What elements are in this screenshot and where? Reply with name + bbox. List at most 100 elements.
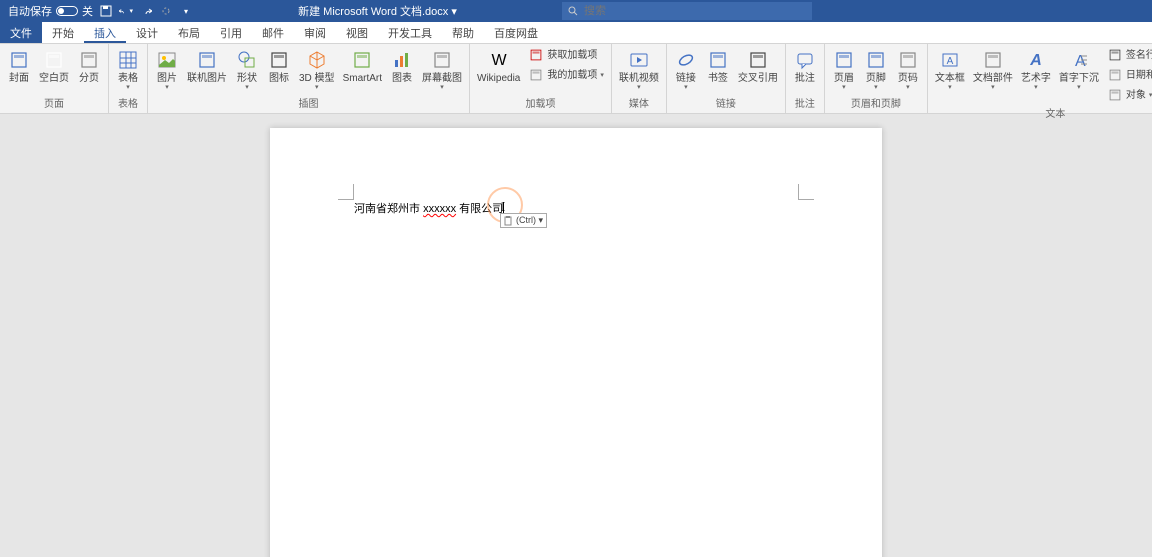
ribbon-group-label: 页面	[4, 95, 104, 111]
comment-icon	[793, 48, 817, 72]
ribbon-cross-ref[interactable]: 交叉引用	[735, 46, 781, 95]
paste-options-button[interactable]: (Ctrl) ▾	[500, 213, 547, 228]
ribbon-online-video[interactable]: 联机视频▾	[616, 46, 662, 95]
page-number-icon	[896, 48, 920, 72]
shapes-icon	[235, 48, 259, 72]
dropdown-arrow-icon: ▾	[842, 83, 846, 91]
smartart-icon	[350, 48, 374, 72]
spelling-error[interactable]: xxxxxx	[423, 203, 456, 215]
object-icon	[1107, 87, 1123, 103]
footer-icon	[864, 48, 888, 72]
tab-开始[interactable]: 开始	[42, 22, 84, 43]
ribbon-chart[interactable]: 图表	[387, 46, 417, 95]
tab-引用[interactable]: 引用	[210, 22, 252, 43]
document-page[interactable]: 河南省郑州市 xxxxxx 有限公司 I (Ctrl) ▾	[270, 128, 882, 557]
ribbon-date-time[interactable]: 日期和时间	[1104, 66, 1152, 85]
redo-icon[interactable]	[139, 4, 153, 18]
search-input[interactable]	[584, 5, 806, 17]
tab-开发工具[interactable]: 开发工具	[378, 22, 442, 43]
icons-icon	[267, 48, 291, 72]
menu-tabs: 文件开始插入设计布局引用邮件审阅视图开发工具帮助百度网盘	[0, 22, 1152, 44]
search-box[interactable]	[562, 2, 812, 20]
ribbon-table[interactable]: 表格▾	[113, 46, 143, 95]
search-icon	[568, 6, 578, 16]
online-video-icon	[627, 48, 651, 72]
ribbon-store[interactable]: 获取加载项	[525, 46, 607, 65]
document-body[interactable]: 河南省郑州市 xxxxxx 有限公司 I (Ctrl) ▾	[354, 200, 798, 216]
cover-page-icon	[7, 48, 31, 72]
tab-文件[interactable]: 文件	[0, 22, 42, 43]
drop-cap-icon: A	[1067, 48, 1091, 72]
qat-dropdown-icon[interactable]: ▾	[179, 4, 193, 18]
ribbon-screenshot[interactable]: 屏幕截图▾	[419, 46, 465, 95]
ribbon-group-插图: 图片▾联机图片形状▾ 图标 3D 模型▾ SmartArt 图表屏幕截图▾插图	[148, 44, 470, 113]
ribbon-cover-page[interactable]: 封面	[4, 46, 34, 95]
undo-icon[interactable]: ▾	[119, 4, 133, 18]
ribbon-group-label: 页眉和页脚	[829, 95, 923, 111]
dropdown-arrow-icon: ▾	[1034, 83, 1038, 91]
ribbon-page-break[interactable]: 分页	[74, 46, 104, 95]
tab-插入[interactable]: 插入	[84, 22, 126, 43]
page-break-icon	[77, 48, 101, 72]
tab-审阅[interactable]: 审阅	[294, 22, 336, 43]
svg-text:A: A	[947, 56, 954, 67]
ribbon-comment[interactable]: 批注	[790, 46, 820, 95]
ribbon-label: 图标	[269, 73, 289, 84]
ribbon-wordart[interactable]: A艺术字▾	[1018, 46, 1054, 105]
ribbon-3d-model[interactable]: 3D 模型▾	[296, 46, 338, 95]
save-icon[interactable]	[99, 4, 113, 18]
ribbon-page-number[interactable]: 页码▾	[893, 46, 923, 95]
ribbon-group-页面: 封面空白页分页页面	[0, 44, 109, 113]
ribbon-group-媒体: 联机视频▾媒体	[612, 44, 667, 113]
ribbon-label: 我的加载项	[547, 70, 597, 81]
3d-model-icon	[305, 48, 329, 72]
ribbon-label: 批注	[795, 73, 815, 84]
ribbon-group-批注: 批注批注	[786, 44, 825, 113]
ribbon-smartart[interactable]: SmartArt	[340, 46, 385, 95]
ribbon-link[interactable]: 链接▾	[671, 46, 701, 95]
tab-百度网盘[interactable]: 百度网盘	[484, 22, 548, 43]
ribbon-label: 封面	[9, 73, 29, 84]
ribbon-bookmark[interactable]: 书签	[703, 46, 733, 95]
autosave-toggle[interactable]: 自动保存 关	[8, 3, 93, 19]
ribbon-pictures[interactable]: 图片▾	[152, 46, 182, 95]
table-icon	[116, 48, 140, 72]
ribbon-label: SmartArt	[343, 73, 382, 84]
ribbon-icons[interactable]: 图标	[264, 46, 294, 95]
ribbon-footer[interactable]: 页脚▾	[861, 46, 891, 95]
text-run: 有限公司	[456, 203, 503, 215]
screenshot-icon	[430, 48, 454, 72]
ribbon-textbox[interactable]: A文本框▾	[932, 46, 968, 105]
tab-邮件[interactable]: 邮件	[252, 22, 294, 43]
tab-设计[interactable]: 设计	[126, 22, 168, 43]
clipboard-icon	[504, 216, 514, 226]
dropdown-arrow-icon: ▾	[948, 83, 952, 91]
ribbon-signature[interactable]: 签名行▾	[1104, 46, 1152, 65]
tab-布局[interactable]: 布局	[168, 22, 210, 43]
sync-icon[interactable]	[159, 4, 173, 18]
ribbon-my-addins[interactable]: 我的加载项▾	[525, 66, 607, 85]
ribbon-label: Wikipedia	[477, 73, 520, 84]
ribbon-quick-parts[interactable]: 文档部件▾	[970, 46, 1016, 105]
paste-tag-label: (Ctrl) ▾	[516, 215, 543, 226]
ribbon-object[interactable]: 对象▾	[1104, 86, 1152, 105]
svg-text:W: W	[491, 52, 507, 69]
ribbon-label: 书签	[708, 73, 728, 84]
ribbon-group-label: 插图	[152, 95, 465, 111]
ribbon-drop-cap[interactable]: A首字下沉▾	[1056, 46, 1102, 105]
ribbon-shapes[interactable]: 形状▾	[232, 46, 262, 95]
ribbon-online-pictures[interactable]: 联机图片	[184, 46, 230, 95]
ribbon-label: 分页	[79, 73, 99, 84]
title-bar: 自动保存 关 ▾ ▾ 新建 Microsoft Word 文档.docx ▾	[0, 0, 1152, 22]
dropdown-arrow-icon: ▾	[245, 83, 249, 91]
tab-帮助[interactable]: 帮助	[442, 22, 484, 43]
dropdown-arrow-icon: ▾	[874, 83, 878, 91]
dropdown-arrow-icon: ▾	[684, 83, 688, 91]
dropdown-arrow-icon: ▾	[315, 83, 319, 91]
ribbon-wikipedia[interactable]: W Wikipedia	[474, 46, 523, 95]
online-pictures-icon	[195, 48, 219, 72]
ribbon-blank-page[interactable]: 空白页	[36, 46, 72, 95]
ribbon-label: 图表	[392, 73, 412, 84]
ribbon-header[interactable]: 页眉▾	[829, 46, 859, 95]
tab-视图[interactable]: 视图	[336, 22, 378, 43]
